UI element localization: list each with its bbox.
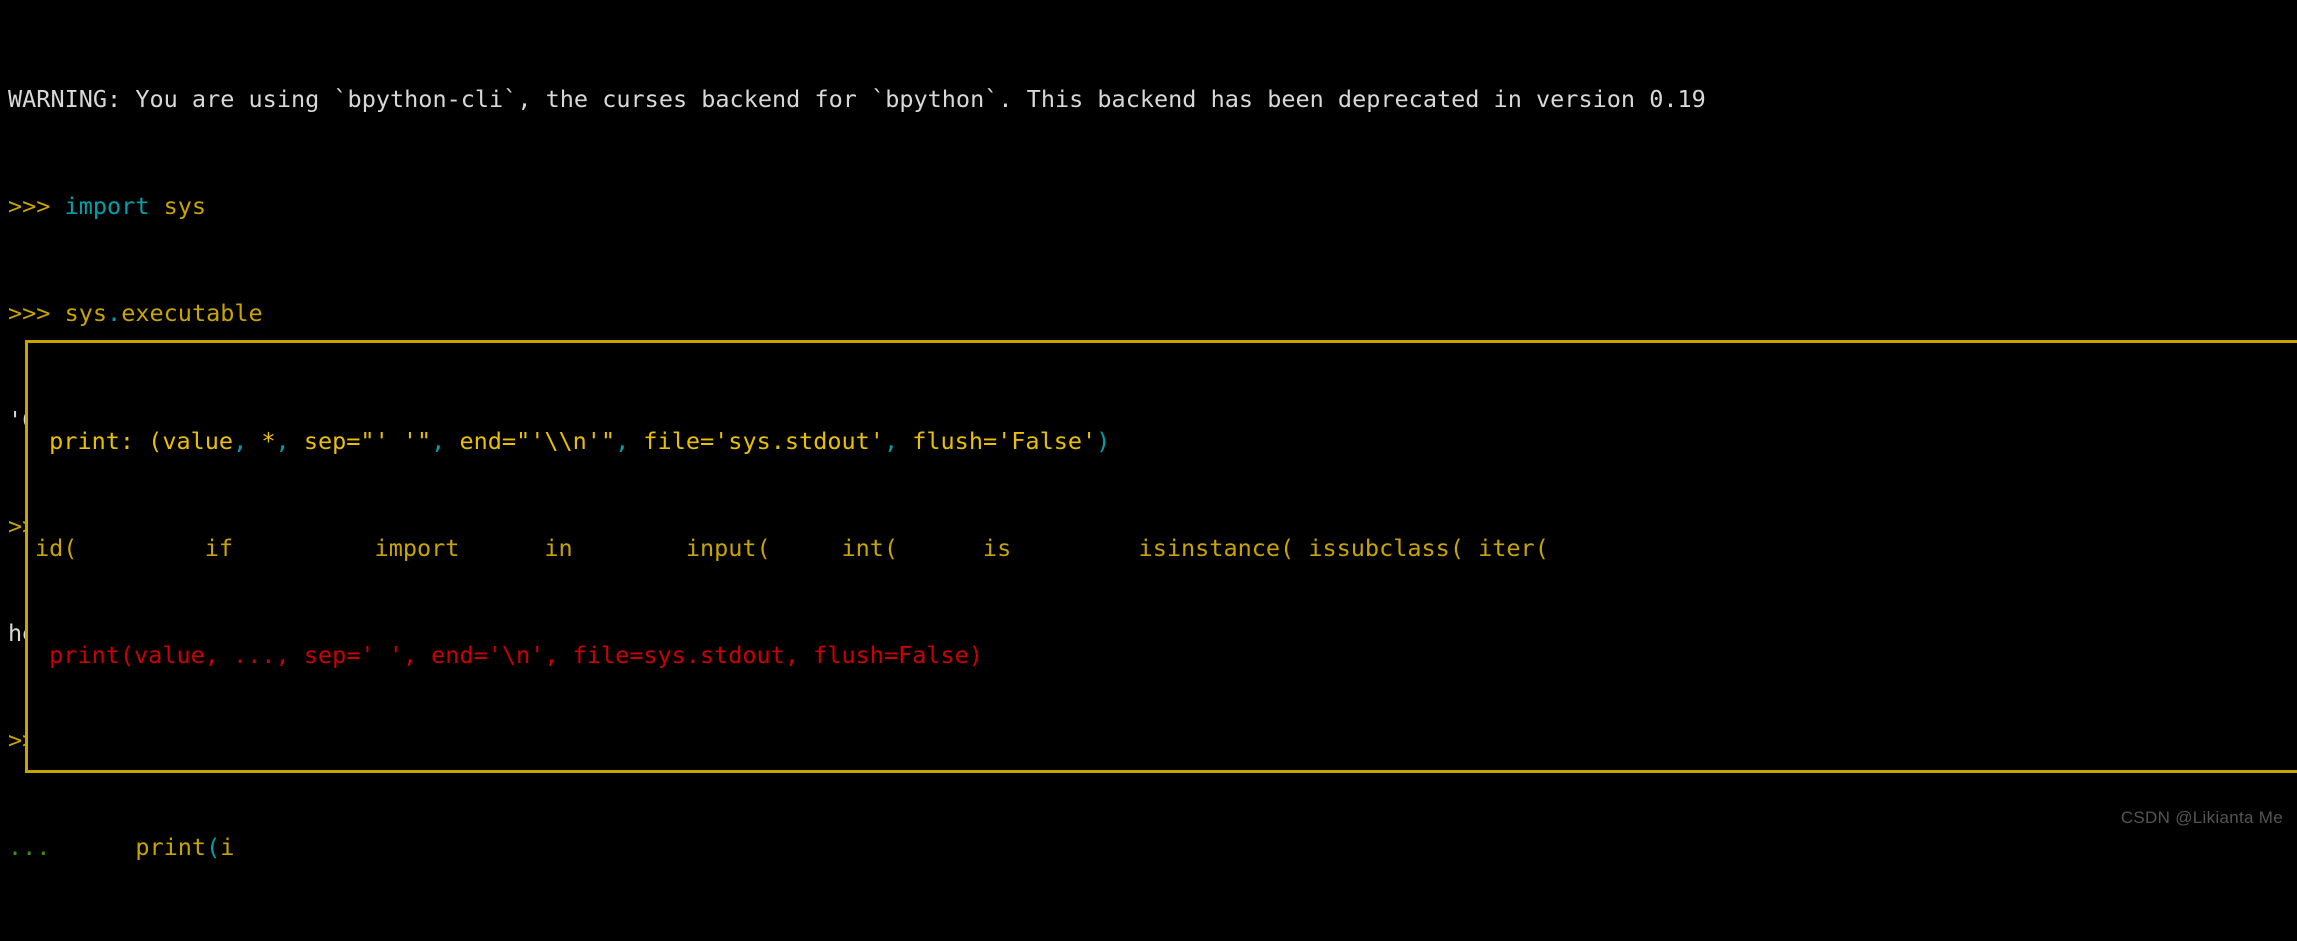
warning-text: WARNING: You are using `bpython-cli`, th… [8,85,1706,114]
doc-line-blank [35,749,1549,771]
token-name-sys: sys [163,191,207,220]
token-keyword-import: import [64,191,150,220]
doc-line-signature: print(value, ..., sep=' ', end='\n', fil… [35,640,1549,669]
signature-line: print: (value, *, sep="' '", end="'\\n'"… [35,428,1549,455]
signature-comma: , [275,427,290,456]
autocomplete-popup[interactable]: print: (value, *, sep="' '", end="'\\n'"… [25,340,2297,773]
signature-part: flush='False' [898,427,1097,456]
signature-part: * [247,427,276,456]
input-line-import-sys[interactable]: >>> import sys [8,193,1706,220]
signature-paren-close: ) [1096,427,1111,456]
signature-comma: , [615,427,630,456]
continuation-line-print-i[interactable]: ... print(i [8,832,1706,861]
doc-text: print(value, ..., sep=' ', end='\n', fil… [35,640,983,669]
token-var-i: i [220,832,235,861]
signature-comma: , [431,427,446,456]
signature-comma: , [883,427,899,456]
token-name-sys: sys [64,298,108,327]
completion-items[interactable]: id( if import in input( int( is isinstan… [35,534,1549,562]
token-paren-open: ( [206,832,221,861]
csdn-watermark: CSDN @Likianta Me [2120,808,2283,828]
prompt-marker: >>> [8,191,65,220]
signature-part: file='sys.stdout' [629,427,884,456]
token-attr-executable: executable [121,298,263,327]
signature-part: end="'\\n'" [445,427,616,456]
autocomplete-popup-content: print: (value, *, sep="' '", end="'\\n'"… [35,348,1549,771]
token-dot: . [107,298,122,327]
signature-part: sep="' '" [289,427,432,456]
token-name-print: print [135,832,207,861]
completion-list-row[interactable]: id( if import in input( int( is isinstan… [35,535,1549,562]
signature-part: print: (value [35,427,234,456]
warning-line: WARNING: You are using `bpython-cli`, th… [8,86,1706,113]
prompt-marker: >>> [8,298,65,327]
continuation-prompt-marker: ... [8,832,65,861]
signature-comma: , [233,427,248,456]
terminal-window[interactable]: WARNING: You are using `bpython-cli`, th… [0,0,2297,860]
input-line-sys-executable[interactable]: >>> sys.executable [8,298,1706,327]
